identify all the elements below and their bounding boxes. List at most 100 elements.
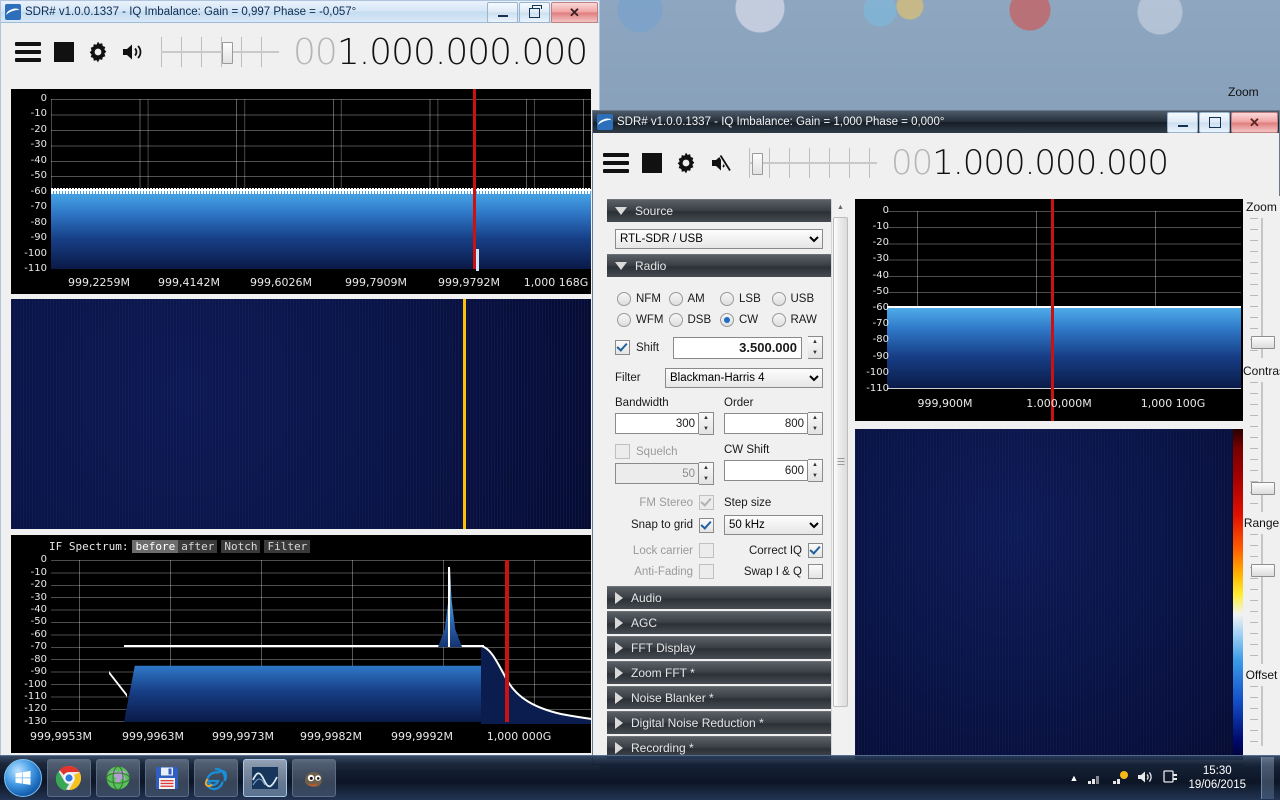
window1-waterfall[interactable] [11, 299, 591, 529]
radio-panel-body[interactable]: NFM AM LSB USB WFM DSB CW RAW Shift 3.50… [607, 279, 831, 582]
minimize-button[interactable] [487, 2, 518, 23]
wifi-icon[interactable] [1112, 770, 1129, 787]
show-desktop-button[interactable] [1261, 757, 1274, 799]
volume-slider[interactable] [161, 37, 279, 67]
sdrsharp-window-2[interactable]: SDR# v1.0.0.1337 - IQ Imbalance: Gain = … [592, 110, 1280, 765]
chevron-up-icon[interactable]: ▲ [1070, 773, 1079, 783]
taskbar-item-sdrsharp[interactable] [243, 759, 287, 797]
panel-header-fft-display[interactable]: FFT Display [607, 636, 831, 659]
gear-icon[interactable] [674, 151, 698, 175]
shift-checkbox[interactable] [615, 340, 630, 355]
speaker-icon[interactable] [1137, 770, 1154, 787]
window2-waterfall[interactable] [855, 429, 1247, 760]
bandwidth-spinner[interactable]: ▲ ▼ [699, 412, 714, 435]
if-tuning-cursor[interactable] [505, 560, 509, 722]
speaker-muted-icon[interactable] [709, 152, 735, 174]
volume-slider[interactable] [749, 148, 877, 178]
radio-dot[interactable] [668, 313, 683, 327]
start-orb-icon[interactable] [4, 759, 42, 797]
radio-dot[interactable] [668, 292, 683, 306]
radio-dot[interactable] [617, 313, 631, 327]
shift-row[interactable]: Shift 3.500.000 ▲ ▼ [615, 336, 823, 359]
window1-toolbar[interactable]: 001.000.000.000 [1, 23, 599, 81]
taskbar-item-save-disk[interactable] [145, 759, 189, 797]
stop-square-icon[interactable] [54, 42, 74, 62]
source-panel-body[interactable]: RTL-SDR / USB [607, 224, 831, 254]
sdrsharp-window-1[interactable]: SDR# v1.0.0.1337 - IQ Imbalance: Gain = … [0, 0, 600, 770]
mode-raw[interactable]: RAW [771, 313, 824, 327]
tuning-cursor[interactable] [1051, 199, 1054, 421]
speaker-on-icon[interactable] [121, 41, 147, 63]
close-button[interactable]: ✕ [1231, 112, 1278, 133]
slider-thumb[interactable] [1250, 482, 1275, 495]
swap-iq-checkbox[interactable] [808, 564, 823, 579]
control-column-scrollbar[interactable]: ▲ [831, 199, 849, 760]
source-device-select[interactable]: RTL-SDR / USB [615, 229, 823, 249]
bandwidth-row[interactable]: 300 ▲ ▼ [615, 412, 714, 435]
minimize-button[interactable] [1167, 112, 1198, 133]
windows-taskbar[interactable]: ▲ 15:30 19/06/2015 [0, 755, 1280, 800]
correct-iq-checkbox[interactable] [808, 543, 823, 558]
taskbar-item-globe[interactable] [96, 759, 140, 797]
window2-toolbar[interactable]: 001.000.000.000 [593, 133, 1279, 193]
if-tab-notch[interactable]: Notch [221, 540, 261, 553]
system-tray[interactable]: ▲ 15:30 19/06/2015 [1070, 757, 1280, 799]
close-button[interactable]: ✕ [551, 2, 598, 23]
hamburger-menu-icon[interactable] [603, 153, 629, 173]
panel-header-audio[interactable]: Audio [607, 586, 831, 609]
taskbar-item-chrome[interactable] [47, 759, 91, 797]
shift-value-field[interactable]: 3.500.000 [673, 336, 802, 359]
frequency-display[interactable]: 001.000.000.000 [293, 32, 588, 73]
mode-am[interactable]: AM [668, 292, 721, 306]
plug-icon[interactable] [1163, 769, 1179, 787]
mode-usb[interactable]: USB [771, 292, 824, 306]
network-icon[interactable] [1087, 770, 1103, 787]
radio-dot[interactable] [617, 292, 631, 306]
system-clock[interactable]: 15:30 19/06/2015 [1188, 764, 1246, 792]
mode-dsb[interactable]: DSB [668, 313, 721, 327]
snap-to-grid-checkbox[interactable] [699, 517, 714, 533]
scroll-up-arrow[interactable]: ▲ [832, 199, 849, 215]
slider-thumb[interactable] [222, 42, 234, 64]
radio-dot[interactable] [771, 292, 786, 306]
window2-control-column[interactable]: Source RTL-SDR / USB Radio NFM AM LSB US… [607, 199, 831, 760]
panel-header-digital-noise-reduction[interactable]: Digital Noise Reduction * [607, 711, 831, 734]
order-row[interactable]: 800 ▲ ▼ [724, 412, 823, 435]
panel-header-agc[interactable]: AGC [607, 611, 831, 634]
slider-thumb[interactable] [1250, 564, 1275, 577]
step-size-select[interactable]: 50 kHz [724, 515, 823, 535]
window2-titlebar[interactable]: SDR# v1.0.0.1337 - IQ Imbalance: Gain = … [593, 111, 1279, 133]
restore-button[interactable] [1199, 112, 1230, 133]
cw-shift-row[interactable]: 600 ▲ ▼ [724, 459, 823, 482]
if-tab-filter[interactable]: Filter [264, 540, 311, 553]
radio-dot[interactable] [771, 313, 786, 327]
cw-shift-field[interactable]: 600 [724, 460, 808, 481]
slider-thumb[interactable] [751, 153, 763, 175]
radio-dot-selected[interactable] [720, 313, 734, 327]
waterfall-cursor[interactable] [463, 299, 466, 529]
frequency-display[interactable]: 001.000.000.000 [891, 143, 1169, 183]
offset-slider[interactable] [1249, 686, 1274, 746]
mode-wfm[interactable]: WFM [617, 313, 669, 327]
stop-square-icon[interactable] [642, 153, 662, 173]
window1-if-spectrum[interactable]: IF Spectrum: before after Notch Filter 0… [11, 535, 591, 753]
restore-button[interactable] [519, 2, 550, 23]
tuning-cursor[interactable] [473, 89, 476, 269]
window2-controls[interactable]: ✕ [1167, 112, 1278, 133]
mode-radio-group[interactable]: NFM AM LSB USB WFM DSB CW RAW [617, 292, 823, 327]
contrast-slider[interactable] [1249, 382, 1275, 512]
radio-dot[interactable] [720, 292, 734, 306]
hamburger-menu-icon[interactable] [15, 42, 41, 62]
mode-cw[interactable]: CW [720, 313, 772, 327]
panel-header-source[interactable]: Source [607, 199, 831, 222]
right-tool-panel[interactable]: Zoom Contrast Range Offset [1243, 196, 1280, 766]
zoom-slider[interactable] [1249, 218, 1275, 358]
taskbar-item-gimp[interactable] [292, 759, 336, 797]
bandwidth-field[interactable]: 300 [615, 413, 699, 434]
if-tab-after[interactable]: after [178, 540, 218, 553]
order-spinner[interactable]: ▲ ▼ [808, 412, 823, 435]
scrollbar-thumb[interactable] [833, 217, 848, 707]
filter-row[interactable]: Filter Blackman-Harris 4 [615, 368, 823, 388]
mode-lsb[interactable]: LSB [720, 292, 772, 306]
panel-header-radio[interactable]: Radio [607, 254, 831, 277]
